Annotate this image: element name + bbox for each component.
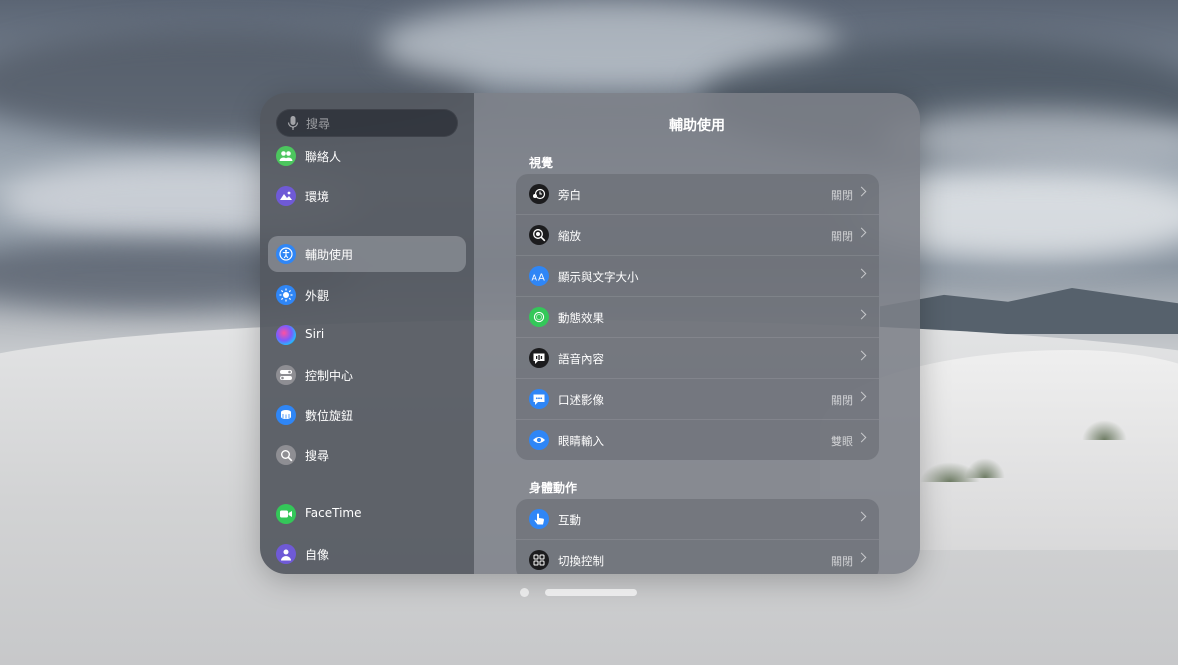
- row-interaction[interactable]: 互動: [516, 499, 879, 540]
- row-value: 關閉: [831, 189, 853, 202]
- contacts-icon: [276, 146, 296, 166]
- row-audio-descriptions[interactable]: 口述影像 關閉: [516, 379, 879, 420]
- audio-description-icon: [529, 389, 549, 409]
- chevron-right-icon: [856, 552, 867, 563]
- row-label: 眼睛輸入: [558, 434, 604, 448]
- spoken-content-icon: [529, 348, 549, 368]
- row-value: 關閉: [831, 394, 853, 407]
- row-voiceover[interactable]: 旁白 關閉: [516, 174, 879, 215]
- row-value: 關閉: [831, 230, 853, 243]
- sidebar-item-digital-crown[interactable]: 數位旋鈕: [268, 397, 466, 433]
- page-title: 輔助使用: [669, 118, 725, 134]
- row-label: 旁白: [558, 188, 581, 202]
- sidebar-item-label: 搜尋: [305, 449, 330, 463]
- chevron-right-icon: [856, 350, 867, 361]
- control-center-icon: [276, 365, 296, 385]
- sidebar-item-label: 環境: [305, 190, 330, 204]
- detail-pane: 輔助使用 視覺 旁白 關閉 縮放 關閉 AA 顯示與文字大小 動態效果 語音內容…: [474, 93, 920, 574]
- sidebar-item-environments[interactable]: 環境: [268, 178, 466, 214]
- sidebar-item-label: 數位旋鈕: [305, 409, 354, 423]
- search-icon: [276, 445, 296, 465]
- search-placeholder: 搜尋: [306, 117, 331, 131]
- row-label: 縮放: [558, 229, 581, 243]
- sidebar-item-label: 外觀: [305, 289, 330, 303]
- microphone-icon[interactable]: [286, 115, 300, 131]
- sidebar-item-appearance[interactable]: 外觀: [268, 277, 466, 313]
- sidebar-item-label: Siri: [305, 327, 325, 341]
- row-eye-input[interactable]: 眼睛輸入 雙眼: [516, 420, 879, 460]
- sidebar-item-control-center[interactable]: 控制中心: [268, 357, 466, 393]
- chevron-right-icon: [856, 391, 867, 402]
- row-label: 動態效果: [558, 311, 604, 325]
- zoom-icon: [529, 225, 549, 245]
- sidebar-item-label: 自像: [305, 548, 330, 562]
- row-label: 口述影像: [558, 393, 604, 407]
- digital-crown-icon: [276, 405, 296, 425]
- row-display-text-size[interactable]: AA 顯示與文字大小: [516, 256, 879, 297]
- interaction-icon: [529, 509, 549, 529]
- environment-icon: [276, 186, 296, 206]
- chevron-right-icon: [856, 268, 867, 279]
- row-label: 語音內容: [558, 352, 604, 366]
- sidebar: 搜尋 聯絡人 環境 輔助使用 外觀 Siri 控制中心 數位旋鈕 搜尋 Face…: [260, 93, 474, 574]
- facetime-icon: [276, 504, 296, 524]
- chevron-right-icon: [856, 227, 867, 238]
- row-label: 切換控制: [558, 554, 604, 568]
- voiceover-icon: [529, 184, 549, 204]
- row-label: 互動: [558, 513, 581, 527]
- appearance-icon: [276, 285, 296, 305]
- row-motion[interactable]: 動態效果: [516, 297, 879, 338]
- row-value: 關閉: [831, 555, 853, 568]
- motion-icon: [529, 307, 549, 327]
- switch-control-icon: [529, 550, 549, 570]
- row-label: 顯示與文字大小: [558, 270, 639, 284]
- section-header-physical-motor: 身體動作: [529, 481, 578, 495]
- chevron-right-icon: [856, 432, 867, 443]
- chevron-right-icon: [856, 309, 867, 320]
- svg-text:A: A: [532, 274, 538, 283]
- window-close-dot[interactable]: [520, 588, 529, 597]
- row-value: 雙眼: [831, 435, 853, 448]
- text-size-icon: AA: [529, 266, 549, 286]
- search-field[interactable]: 搜尋: [276, 109, 458, 137]
- sidebar-item-label: 輔助使用: [305, 248, 354, 262]
- vision-settings-group: 旁白 關閉 縮放 關閉 AA 顯示與文字大小 動態效果 語音內容 口述影像 關閉…: [516, 174, 879, 460]
- row-zoom[interactable]: 縮放 關閉: [516, 215, 879, 256]
- eye-input-icon: [529, 430, 549, 450]
- svg-text:A: A: [538, 273, 545, 283]
- siri-icon: [276, 325, 296, 345]
- section-header-vision: 視覺: [529, 156, 554, 170]
- window-grab-bar[interactable]: [545, 589, 637, 596]
- sidebar-item-facetime[interactable]: FaceTime: [268, 496, 466, 532]
- chevron-right-icon: [856, 186, 867, 197]
- accessibility-icon: [276, 244, 296, 264]
- settings-window: 搜尋 聯絡人 環境 輔助使用 外觀 Siri 控制中心 數位旋鈕 搜尋 Face…: [260, 93, 920, 574]
- row-switch-control[interactable]: 切換控制 關閉: [516, 540, 879, 574]
- sidebar-item-contacts[interactable]: 聯絡人: [268, 138, 466, 174]
- row-spoken-content[interactable]: 語音內容: [516, 338, 879, 379]
- persona-icon: [276, 544, 296, 564]
- mountain-range: [880, 288, 1178, 334]
- sidebar-item-search[interactable]: 搜尋: [268, 437, 466, 473]
- physical-motor-settings-group: 互動 切換控制 關閉: [516, 499, 879, 574]
- sidebar-item-accessibility[interactable]: 輔助使用: [268, 236, 466, 272]
- sidebar-item-persona[interactable]: 自像: [268, 536, 466, 572]
- chevron-right-icon: [856, 511, 867, 522]
- sidebar-item-label: FaceTime: [305, 506, 362, 520]
- sidebar-item-label: 控制中心: [305, 369, 354, 383]
- sidebar-item-label: 聯絡人: [305, 150, 342, 164]
- sidebar-item-siri[interactable]: Siri: [268, 317, 466, 353]
